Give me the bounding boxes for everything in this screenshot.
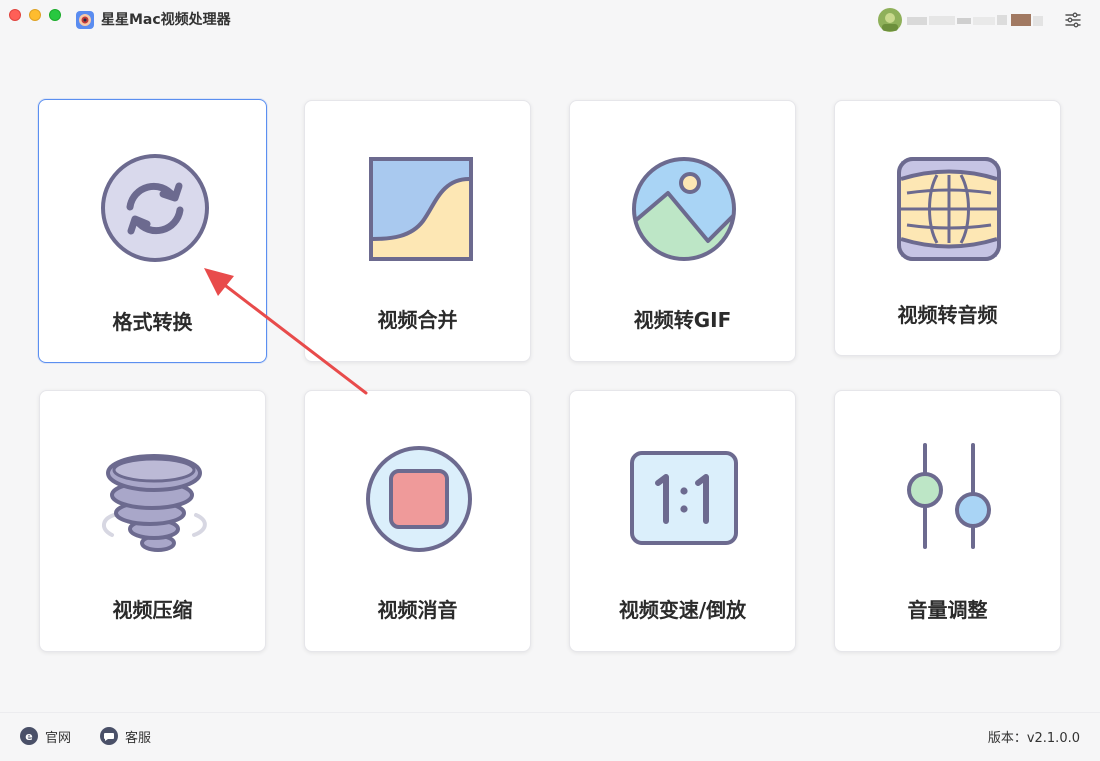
tool-label: 视频变速/倒放	[618, 598, 747, 622]
tool-label: 视频合并	[377, 308, 458, 332]
tool-card-video-to-audio[interactable]: 视频转音频	[834, 100, 1061, 356]
tornado-compress-icon	[102, 454, 207, 552]
tool-label: 格式转换	[112, 310, 193, 334]
browser-e-icon: e	[20, 727, 38, 745]
title-bar: 星星Mac视频处理器	[0, 0, 1100, 38]
version-text: 版本：v2.1.0.0	[987, 731, 1080, 746]
sliders-volume-icon	[907, 443, 991, 549]
ratio-speed-icon	[630, 451, 738, 545]
tool-card-video-to-gif[interactable]: 视频转GIF	[569, 100, 796, 362]
window-maximize-button[interactable]	[49, 9, 61, 21]
tool-card-video-speed[interactable]: 视频变速/倒放	[569, 390, 796, 652]
tool-card-format-convert[interactable]: 格式转换	[38, 99, 267, 363]
tool-card-video-merge[interactable]: 视频合并	[304, 100, 531, 362]
image-gif-icon	[632, 157, 736, 261]
settings-sliders-icon[interactable]	[1063, 10, 1083, 30]
tool-label: 视频压缩	[112, 598, 193, 622]
support-label: 客服	[125, 730, 152, 746]
chat-bubble-icon	[100, 727, 118, 745]
tool-label: 音量调整	[907, 598, 988, 622]
globe-audio-icon	[897, 157, 1001, 261]
app-logo-icon	[76, 11, 94, 29]
window-minimize-button[interactable]	[29, 9, 41, 21]
video-merge-icon	[369, 157, 473, 261]
svg-text:e: e	[25, 730, 32, 743]
support-link[interactable]: 客服	[100, 726, 151, 746]
user-avatar[interactable]	[877, 7, 903, 33]
window-close-button[interactable]	[9, 9, 21, 21]
website-label: 官网	[45, 730, 72, 746]
format-convert-icon	[101, 154, 209, 262]
tool-label: 视频消音	[377, 598, 458, 622]
tool-label: 视频转GIF	[633, 308, 732, 332]
tool-card-volume-adjust[interactable]: 音量调整	[834, 390, 1061, 652]
tool-card-video-mute[interactable]: 视频消音	[304, 390, 531, 652]
stop-mute-icon	[366, 446, 472, 552]
footer-bar	[0, 712, 1100, 761]
tool-card-video-compress[interactable]: 视频压缩	[39, 390, 266, 652]
app-title: 星星Mac视频处理器	[101, 12, 231, 28]
user-name-blurred	[907, 14, 1043, 26]
website-link[interactable]: e 官网	[20, 726, 71, 746]
tool-label: 视频转音频	[897, 303, 998, 327]
